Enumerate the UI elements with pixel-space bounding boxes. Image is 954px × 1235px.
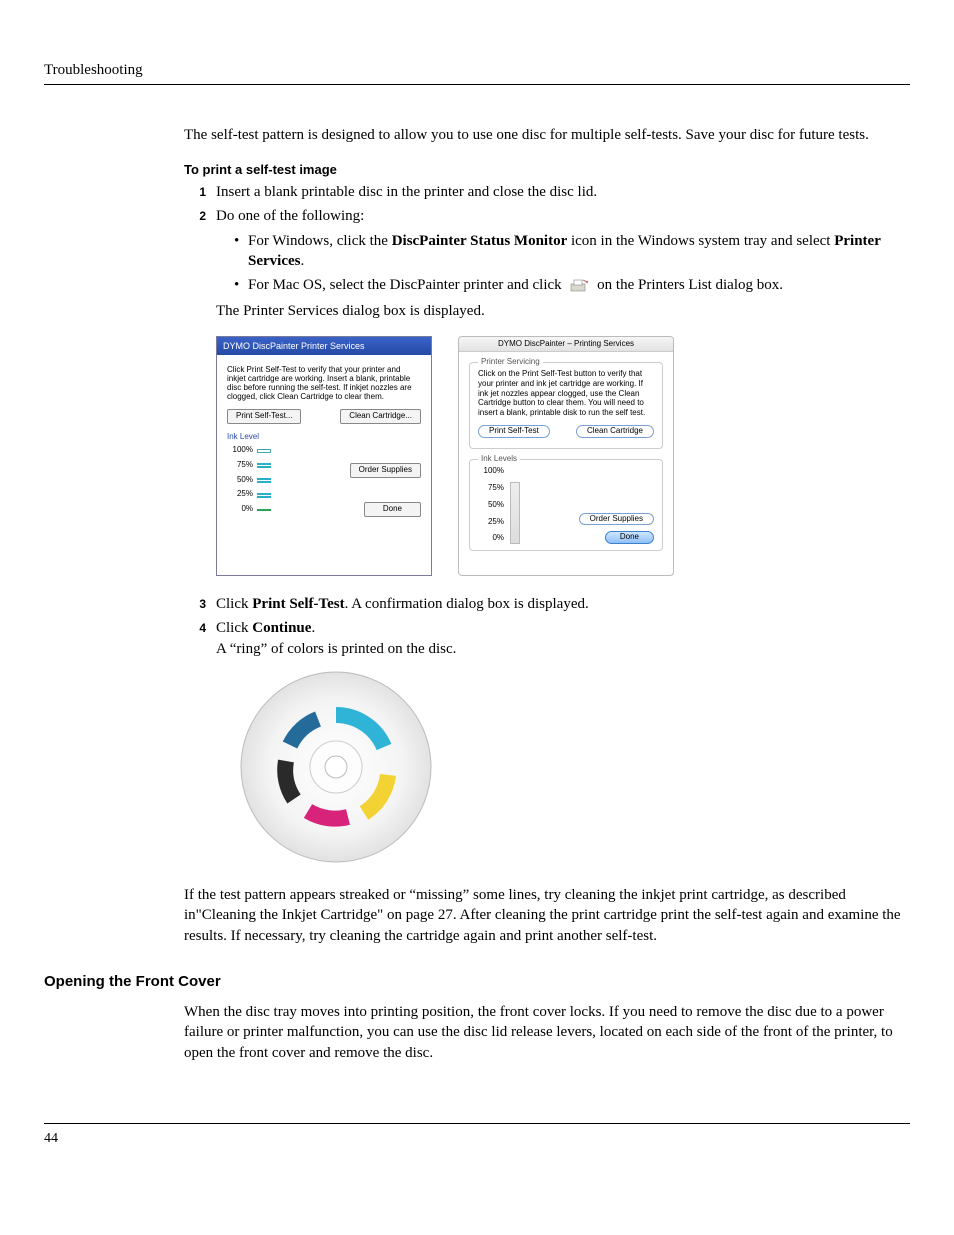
procedure-title: To print a self-test image xyxy=(184,161,910,179)
ink-bar xyxy=(510,482,520,544)
bullet-icon: • xyxy=(234,231,248,272)
dialog-description: Click Print Self-Test to verify that you… xyxy=(227,365,421,402)
ink-label: 75% xyxy=(478,483,508,494)
ink-label: 50% xyxy=(227,475,257,486)
step-text: Do one of the following: xyxy=(216,206,910,226)
section-body: When the disc tray moves into printing p… xyxy=(184,1002,910,1063)
ink-label: 100% xyxy=(478,466,508,477)
disc-ring-illustration xyxy=(236,667,910,873)
step-number: 3 xyxy=(184,594,206,614)
page-header: Troubleshooting xyxy=(44,62,143,78)
print-self-test-button[interactable]: Print Self-Test xyxy=(478,425,550,438)
ink-label: 75% xyxy=(227,460,257,471)
step-number: 1 xyxy=(184,182,206,202)
step-number: 2 xyxy=(184,206,206,590)
print-self-test-button[interactable]: Print Self-Test... xyxy=(227,409,301,424)
order-supplies-button[interactable]: Order Supplies xyxy=(350,463,421,478)
done-button[interactable]: Done xyxy=(364,502,421,517)
mac-printing-services-dialog: DYMO DiscPainter – Printing Services Pri… xyxy=(458,336,674,577)
step-after-text: The Printer Services dialog box is displ… xyxy=(216,301,910,321)
fieldset-legend: Ink Levels xyxy=(478,454,520,465)
dialog-title: DYMO DiscPainter Printer Services xyxy=(217,337,431,355)
step-after-text: A “ring” of colors is printed on the dis… xyxy=(216,639,910,659)
section-heading: Opening the Front Cover xyxy=(44,972,910,992)
ink-label: 100% xyxy=(227,445,257,456)
intro-paragraph: The self-test pattern is designed to all… xyxy=(184,125,910,145)
ink-label: 25% xyxy=(227,489,257,500)
printer-utility-icon xyxy=(569,278,589,294)
ink-label: 50% xyxy=(478,500,508,511)
step-text: Click Print Self-Test. A confirmation di… xyxy=(216,594,910,614)
after-disc-paragraph: If the test pattern appears streaked or … xyxy=(184,885,910,946)
order-supplies-button[interactable]: Order Supplies xyxy=(579,513,654,526)
ink-label: 0% xyxy=(478,533,508,544)
step-number: 4 xyxy=(184,618,206,881)
page-number: 44 xyxy=(44,1131,58,1146)
step-text: Click Continue. xyxy=(216,618,910,638)
ink-label: 25% xyxy=(478,517,508,528)
fieldset-legend: Printer Servicing xyxy=(478,357,543,368)
ink-level-title: Ink Level xyxy=(227,432,421,443)
bullet-icon: • xyxy=(234,275,248,295)
bullet-text: For Windows, click the DiscPainter Statu… xyxy=(248,231,910,272)
bullet-text: For Mac OS, select the DiscPainter print… xyxy=(248,275,910,295)
dialog-title: DYMO DiscPainter – Printing Services xyxy=(459,337,673,353)
clean-cartridge-button[interactable]: Clean Cartridge xyxy=(576,425,654,438)
done-button[interactable]: Done xyxy=(605,531,654,544)
step-text: Insert a blank printable disc in the pri… xyxy=(216,182,910,202)
windows-printer-services-dialog: DYMO DiscPainter Printer Services Click … xyxy=(216,336,432,577)
clean-cartridge-button[interactable]: Clean Cartridge... xyxy=(340,409,421,424)
ink-label: 0% xyxy=(227,504,257,515)
dialog-description: Click on the Print Self-Test button to v… xyxy=(478,369,654,417)
